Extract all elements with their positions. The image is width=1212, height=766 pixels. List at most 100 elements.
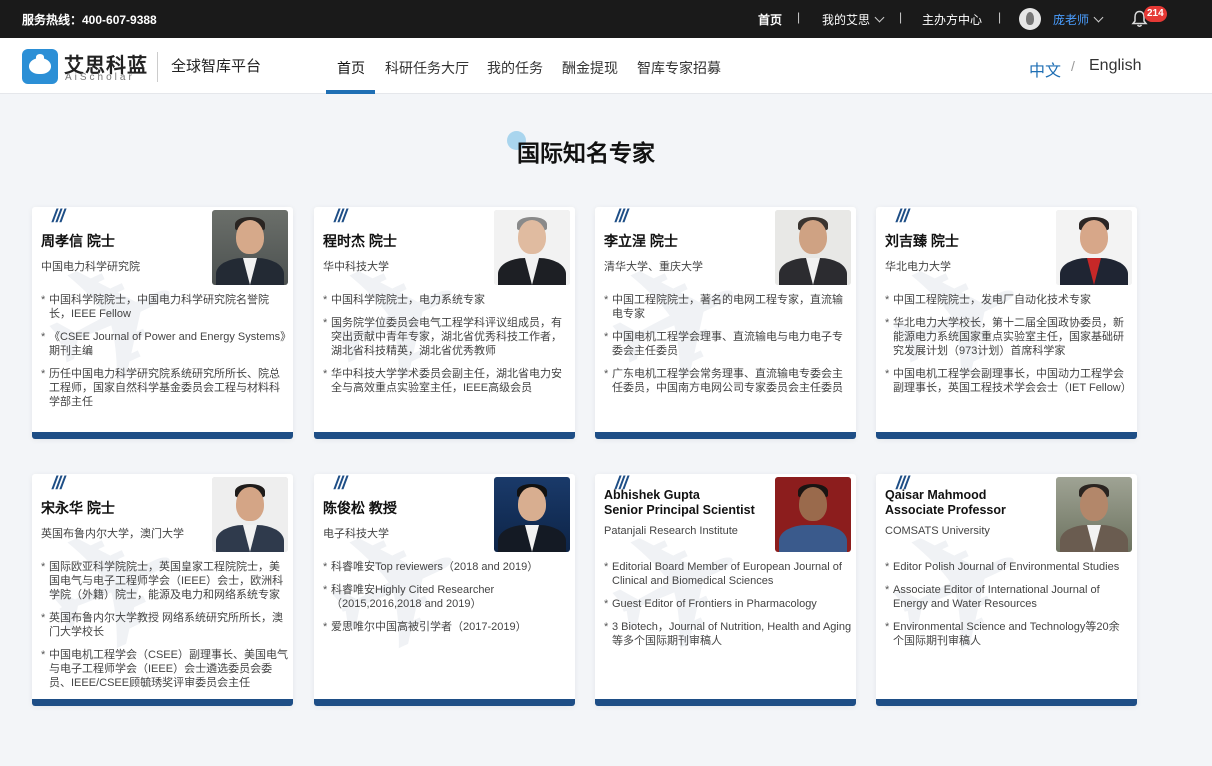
list-item: 中国科学院院士，中国电力科学研究院名誉院长，IEEE Fellow [41, 293, 289, 321]
expert-name: 程时杰 院士 [323, 233, 397, 249]
list-item: Editor Polish Journal of Environmental S… [885, 560, 1133, 574]
slash-decoration: /// [52, 474, 65, 493]
lang-english[interactable]: English [1089, 57, 1141, 75]
username: 庞老师 [1053, 13, 1090, 27]
expert-photo [1056, 477, 1132, 552]
expert-photo [775, 210, 851, 285]
active-nav-indicator [326, 90, 375, 94]
card-bottom-bar [314, 432, 575, 439]
expert-title-line: Senior Principal Scientist [604, 503, 755, 517]
main-header: 艾思科蓝 AiScholar 全球智库平台 首页 科研任务大厅 我的任务 酬金提… [0, 38, 1212, 94]
top-nav-my-aisi-label: 我的艾思 [822, 13, 871, 27]
chevron-down-icon [1093, 12, 1104, 23]
list-item: 中国电机工程学会理事、直流输电与电力电子专委会主任委员 [604, 330, 852, 358]
top-nav-my-aisi[interactable]: 我的艾思 [822, 11, 885, 28]
expert-institution: Patanjali Research Institute [604, 525, 738, 537]
list-item: 中国工程院院士，发电厂自动化技术专家 [885, 293, 1133, 307]
expert-card[interactable]: ✈ /// 宋永华 院士 英国布鲁内尔大学，澳门大学 国际欧亚科学院院士，英国皇… [32, 474, 293, 706]
top-divider: | [797, 10, 801, 24]
list-item: 英国布鲁内尔大学教授 网络系统研究所所长，澳门大学校长 [41, 611, 289, 639]
slash-decoration: /// [896, 207, 909, 226]
expert-bullets: 科睿唯安Top reviewers（2018 and 2019） 科睿唯安Hig… [323, 560, 571, 643]
list-item: Associate Editor of International Journa… [885, 583, 1133, 611]
list-item: 国务院学位委员会电气工程学科评议组成员，有突出贡献中青年专家，湖北省优秀科技工作… [323, 316, 571, 358]
top-nav-organizer[interactable]: 主办方中心 [922, 11, 982, 28]
card-bottom-bar [32, 699, 293, 706]
card-bottom-bar [314, 699, 575, 706]
expert-card[interactable]: ✈ /// 周孝信 院士 中国电力科学研究院 中国科学院院士，中国电力科学研究院… [32, 207, 293, 439]
card-bottom-bar [595, 432, 856, 439]
list-item: Environmental Science and Technology等20余… [885, 620, 1133, 648]
card-bottom-bar [595, 699, 856, 706]
list-item: 华北电力大学校长，第十二届全国政协委员，新能源电力系统国家重点实验室主任，国家基… [885, 316, 1133, 358]
slash-decoration: /// [52, 207, 65, 226]
list-item: 广东电机工程学会常务理事、直流输电专委会主任委员，中国南方电网公司专家委员会主任… [604, 367, 852, 395]
list-item: 科睿唯安Highly Cited Researcher（2015,2016,20… [323, 583, 571, 611]
top-nav-home[interactable]: 首页 [758, 11, 782, 28]
expert-name: 周孝信 院士 [41, 233, 115, 249]
divider [157, 52, 158, 82]
expert-bullets: 中国科学院院士，中国电力科学研究院名誉院长，IEEE Fellow 《CSEE … [41, 293, 289, 418]
nav-home[interactable]: 首页 [337, 58, 365, 78]
slash-decoration: /// [615, 207, 628, 226]
platform-title: 全球智库平台 [171, 58, 262, 75]
card-bottom-bar [876, 699, 1137, 706]
list-item: 中国电机工程学会副理事长，中国动力工程学会副理事长，英国工程技术学会会士（IET… [885, 367, 1133, 395]
expert-card[interactable]: ✈ /// 陈俊松 教授 电子科技大学 科睿唯安Top reviewers（20… [314, 474, 575, 706]
expert-photo [1056, 210, 1132, 285]
expert-card[interactable]: ✈ /// 李立浧 院士 清华大学、重庆大学 中国工程院院士，著名的电网工程专家… [595, 207, 856, 439]
lang-divider: / [1071, 58, 1075, 74]
section-title: 国际知名专家 [517, 140, 655, 166]
list-item: 《CSEE Journal of Power and Energy System… [41, 330, 289, 358]
list-item: 中国科学院院士，电力系统专家 [323, 293, 571, 307]
expert-bullets: 中国工程院院士，发电厂自动化技术专家 华北电力大学校长，第十二届全国政协委员，新… [885, 293, 1133, 404]
expert-photo [212, 210, 288, 285]
expert-photo [212, 477, 288, 552]
top-divider: | [998, 10, 1002, 24]
expert-title-line: Associate Professor [885, 503, 1006, 517]
top-divider: | [899, 10, 903, 24]
card-bottom-bar [876, 432, 1137, 439]
expert-card[interactable]: ✈ /// 程时杰 院士 华中科技大学 中国科学院院士，电力系统专家 国务院学位… [314, 207, 575, 439]
expert-institution: 华北电力大学 [885, 261, 951, 273]
expert-name: 李立浧 院士 [604, 233, 678, 249]
expert-name: 宋永华 院士 [41, 500, 115, 516]
chevron-down-icon [874, 12, 885, 23]
expert-institution: 华中科技大学 [323, 261, 389, 273]
user-menu[interactable]: 庞老师 [1053, 11, 1104, 28]
lang-chinese[interactable]: 中文 [1029, 57, 1061, 81]
expert-photo [494, 477, 570, 552]
expert-card[interactable]: ✈ /// 刘吉臻 院士 华北电力大学 中国工程院院士，发电厂自动化技术专家 华… [876, 207, 1137, 439]
card-bottom-bar [32, 432, 293, 439]
expert-photo [775, 477, 851, 552]
expert-name: 陈俊松 教授 [323, 500, 397, 516]
expert-bullets: 中国科学院院士，电力系统专家 国务院学位委员会电气工程学科评议组成员，有突出贡献… [323, 293, 571, 404]
expert-bullets: Editor Polish Journal of Environmental S… [885, 560, 1133, 657]
expert-institution: 电子科技大学 [323, 528, 389, 540]
expert-institution: 清华大学、重庆大学 [604, 261, 703, 273]
expert-bullets: 国际欧亚科学院院士，英国皇家工程院院士，美国电气与电子工程师学会（IEEE）会士… [41, 560, 289, 699]
top-bar: 服务热线：400-607-9388 首页 | 我的艾思 | 主办方中心 | 庞老… [0, 0, 1212, 38]
nav-my-tasks[interactable]: 我的任务 [487, 58, 543, 78]
notification-badge: 214 [1144, 6, 1167, 22]
service-hotline: 服务热线：400-607-9388 [22, 13, 157, 27]
avatar[interactable] [1019, 8, 1041, 30]
expert-name-line: Abhishek Gupta [604, 488, 700, 502]
expert-photo [494, 210, 570, 285]
slash-decoration: /// [334, 207, 347, 226]
nav-research-tasks[interactable]: 科研任务大厅 [385, 58, 469, 78]
expert-name: 刘吉臻 院士 [885, 233, 959, 249]
expert-name-line: Qaisar Mahmood [885, 488, 987, 502]
expert-bullets: Editorial Board Member of European Journ… [604, 560, 852, 657]
nav-expert-recruit[interactable]: 智库专家招募 [637, 58, 721, 78]
nav-withdraw[interactable]: 酬金提现 [562, 58, 618, 78]
list-item: 国际欧亚科学院院士，英国皇家工程院院士，美国电气与电子工程师学会（IEEE）会士… [41, 560, 289, 602]
list-item: 3 Biotech，Journal of Nutrition, Health a… [604, 620, 852, 648]
expert-card[interactable]: ✈ /// Abhishek Gupta Senior Principal Sc… [595, 474, 856, 706]
list-item: 华中科技大学学术委员会副主任，湖北省电力安全与高效重点实验室主任，IEEE高级会… [323, 367, 571, 395]
expert-name: Abhishek Gupta Senior Principal Scientis… [604, 488, 755, 518]
expert-card[interactable]: ✈ /// Qaisar Mahmood Associate Professor… [876, 474, 1137, 706]
expert-institution: 中国电力科学研究院 [41, 261, 140, 273]
logo-subtext: AiScholar [65, 72, 135, 83]
list-item: 科睿唯安Top reviewers（2018 and 2019） [323, 560, 571, 574]
